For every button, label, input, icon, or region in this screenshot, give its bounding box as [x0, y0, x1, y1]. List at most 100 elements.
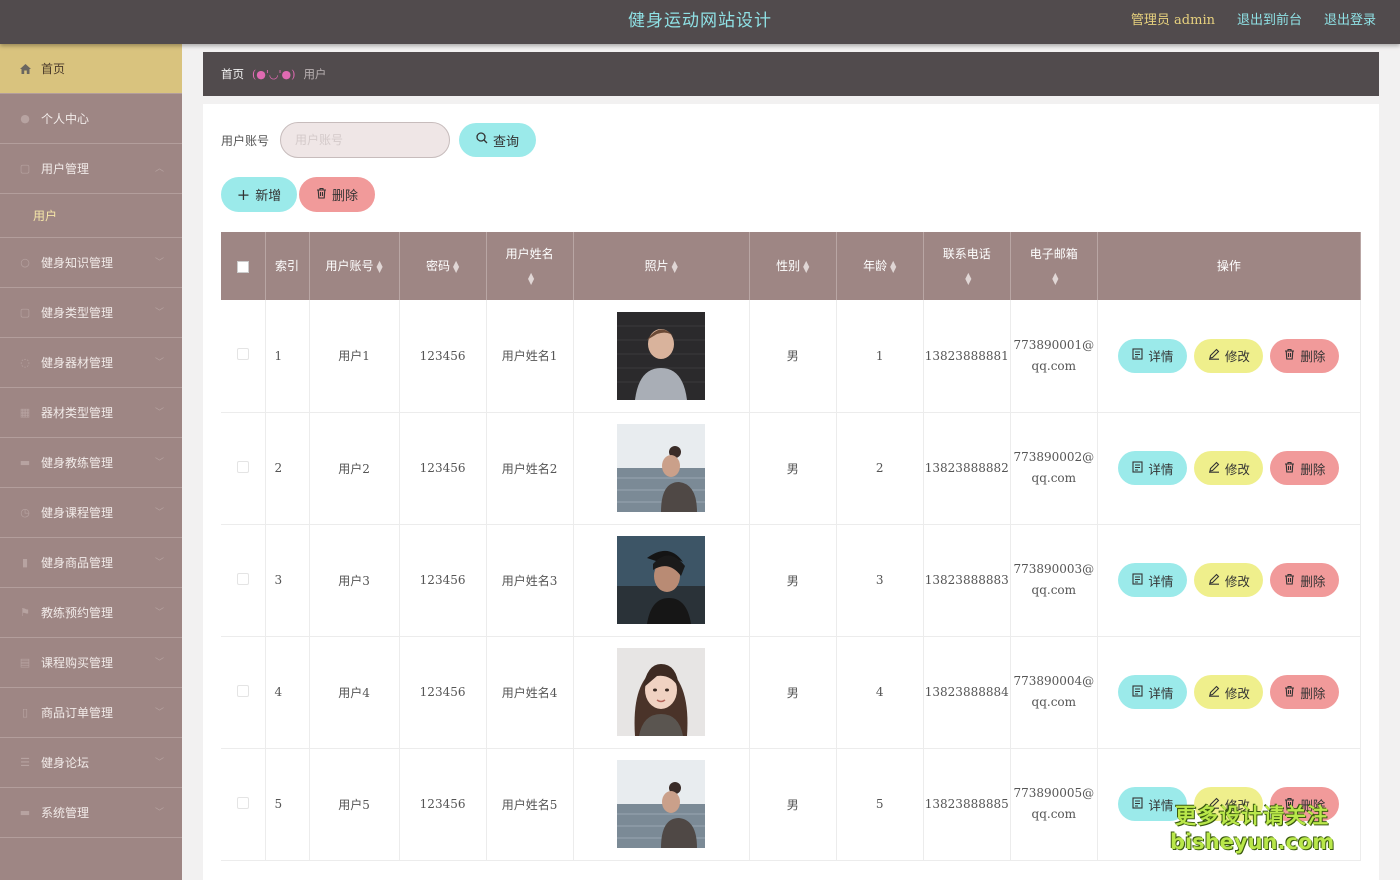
- chevron-down-icon: ﹀: [154, 808, 164, 818]
- sort-icon[interactable]: ▲ ▼: [672, 259, 678, 273]
- user-photo: [617, 760, 706, 848]
- pencil-icon: [1208, 573, 1220, 588]
- column-header-photo[interactable]: 照片 ▲ ▼: [573, 232, 750, 300]
- cell-gender: 男: [749, 300, 837, 413]
- sidebar-item-profile[interactable]: ● 个人中心: [0, 94, 182, 144]
- column-header-email[interactable]: 电子邮箱 ▲ ▼: [1010, 232, 1098, 300]
- to-front-link[interactable]: 退出到前台: [1237, 9, 1302, 28]
- cell-gender: 男: [749, 636, 837, 749]
- header-label: 操作: [1216, 259, 1241, 273]
- row-checkbox[interactable]: [236, 460, 249, 473]
- detail-button[interactable]: 详情: [1118, 338, 1188, 373]
- cell-account: 用户3: [309, 524, 400, 637]
- header-label: 性别: [776, 259, 801, 273]
- sidebar-item-home[interactable]: 首页: [0, 44, 182, 94]
- sidebar-subitem-users[interactable]: 用户: [0, 194, 182, 238]
- sidebar-item-fitness-type[interactable]: ▢ 健身类型管理 ﹀: [0, 288, 182, 338]
- table-row: 1 用户1 123456 用户姓名1 男 1 13823888881 773890001@ qq…: [221, 300, 1362, 413]
- edit-button[interactable]: 修改: [1194, 451, 1264, 485]
- batch-delete-button[interactable]: 删除: [299, 177, 375, 212]
- table-row: 3 用户3 123456 用户姓名3 男 3 13823888883 773890003@ qq…: [221, 524, 1362, 637]
- cell-gender: 男: [749, 748, 837, 861]
- sort-icon[interactable]: ▲ ▼: [453, 259, 459, 273]
- sidebar-subitem-label: 用户: [33, 209, 58, 223]
- header-label: 密码: [425, 259, 450, 273]
- watermark: 更多设计请关注 bisheyun.com: [1170, 803, 1334, 855]
- sort-icon[interactable]: ▲ ▼: [890, 259, 896, 273]
- header-label: 联系电话: [942, 247, 991, 261]
- row-checkbox[interactable]: [236, 572, 249, 585]
- row-select-cell[interactable]: [221, 300, 266, 413]
- column-header-gender[interactable]: 性别 ▲ ▼: [749, 232, 837, 300]
- breadcrumb-home[interactable]: 首页: [221, 66, 244, 82]
- column-header-account[interactable]: 用户账号 ▲ ▼: [309, 232, 400, 300]
- edit-label: 修改: [1224, 461, 1250, 477]
- delete-button[interactable]: 删除: [1270, 338, 1340, 373]
- column-header-password[interactable]: 密码 ▲ ▼: [399, 232, 487, 300]
- forum-icon: ☰: [20, 756, 30, 769]
- sidebar-item-course[interactable]: ◷ 健身课程管理 ﹀: [0, 488, 182, 538]
- row-select-cell[interactable]: [221, 748, 266, 861]
- sort-icon[interactable]: ▲ ▼: [1052, 271, 1058, 285]
- sort-icon[interactable]: ▲ ▼: [376, 259, 382, 273]
- column-header-age[interactable]: 年龄 ▲ ▼: [836, 232, 924, 300]
- sidebar-item-goods[interactable]: ▮ 健身商品管理 ﹀: [0, 538, 182, 588]
- select-all-checkbox[interactable]: [236, 260, 249, 273]
- cell-photo: [573, 748, 750, 861]
- edit-button[interactable]: 修改: [1194, 563, 1264, 597]
- sidebar-item-orders[interactable]: ▯ 商品订单管理 ﹀: [0, 688, 182, 738]
- edit-button[interactable]: 修改: [1194, 338, 1264, 373]
- detail-button[interactable]: 详情: [1118, 675, 1188, 709]
- cell-photo: [573, 412, 750, 525]
- column-header-phone[interactable]: 联系电话 ▲ ▼: [923, 232, 1011, 300]
- chevron-down-icon: ﹀: [154, 358, 164, 368]
- logout-link[interactable]: 退出登录: [1324, 9, 1376, 28]
- cell-phone: 13823888882: [923, 412, 1011, 525]
- sidebar-item-forum[interactable]: ☰ 健身论坛 ﹀: [0, 738, 182, 788]
- sidebar-item-coach[interactable]: ▬ 健身教练管理 ﹀: [0, 438, 182, 488]
- delete-button[interactable]: 删除: [1270, 563, 1340, 597]
- detail-button[interactable]: 详情: [1118, 451, 1188, 485]
- sidebar-item-label: 用户管理: [41, 162, 90, 176]
- cell-index: 4: [265, 636, 310, 749]
- edit-button[interactable]: 修改: [1194, 675, 1264, 709]
- search-input[interactable]: [280, 122, 450, 158]
- column-header-name[interactable]: 用户姓名 ▲ ▼: [486, 232, 574, 300]
- sidebar-item-knowledge[interactable]: ○ 健身知识管理 ﹀: [0, 238, 182, 288]
- user-icon: ●: [20, 112, 30, 125]
- trash-icon: [1284, 461, 1295, 476]
- delete-button[interactable]: 删除: [1270, 451, 1340, 485]
- detail-button[interactable]: 详情: [1118, 563, 1188, 597]
- user-photo: [617, 424, 706, 512]
- sidebar-item-equipment-type[interactable]: ▦ 器材类型管理 ﹀: [0, 388, 182, 438]
- row-select-cell[interactable]: [221, 524, 266, 637]
- sidebar-item-coach-booking[interactable]: ⚑ 教练预约管理 ﹀: [0, 588, 182, 638]
- sidebar-item-equipment[interactable]: ◌ 健身器材管理 ﹀: [0, 338, 182, 388]
- delete-button[interactable]: 删除: [1270, 675, 1340, 709]
- sort-icon[interactable]: ▲ ▼: [965, 271, 971, 285]
- email-part: qq.com: [1031, 471, 1077, 485]
- row-checkbox[interactable]: [236, 684, 249, 697]
- sidebar-item-label: 首页: [41, 62, 66, 76]
- row-select-cell[interactable]: [221, 412, 266, 525]
- select-all-header[interactable]: [221, 232, 266, 300]
- chevron-down-icon: ﹀: [154, 408, 164, 418]
- query-button[interactable]: 查询: [459, 123, 536, 157]
- sidebar-item-user-management[interactable]: ▢ 用户管理 ︿: [0, 144, 182, 194]
- sort-icon[interactable]: ▲ ▼: [803, 259, 809, 273]
- user-photo: [617, 536, 706, 624]
- email-part: 773890005@: [1013, 786, 1095, 800]
- row-checkbox[interactable]: [236, 796, 249, 809]
- cell-photo: [573, 300, 750, 413]
- edit-label: 修改: [1224, 573, 1250, 589]
- add-button[interactable]: + 新增: [221, 177, 297, 212]
- sidebar-item-system[interactable]: ▬ 系统管理 ﹀: [0, 788, 182, 838]
- trash-icon: [1284, 685, 1295, 700]
- edit-label: 修改: [1224, 685, 1250, 701]
- sidebar-item-course-purchase[interactable]: ▤ 课程购买管理 ﹀: [0, 638, 182, 688]
- email-part: qq.com: [1031, 583, 1077, 597]
- sort-icon[interactable]: ▲ ▼: [528, 271, 534, 285]
- row-checkbox[interactable]: [236, 348, 249, 361]
- cell-gender: 男: [749, 524, 837, 637]
- row-select-cell[interactable]: [221, 636, 266, 749]
